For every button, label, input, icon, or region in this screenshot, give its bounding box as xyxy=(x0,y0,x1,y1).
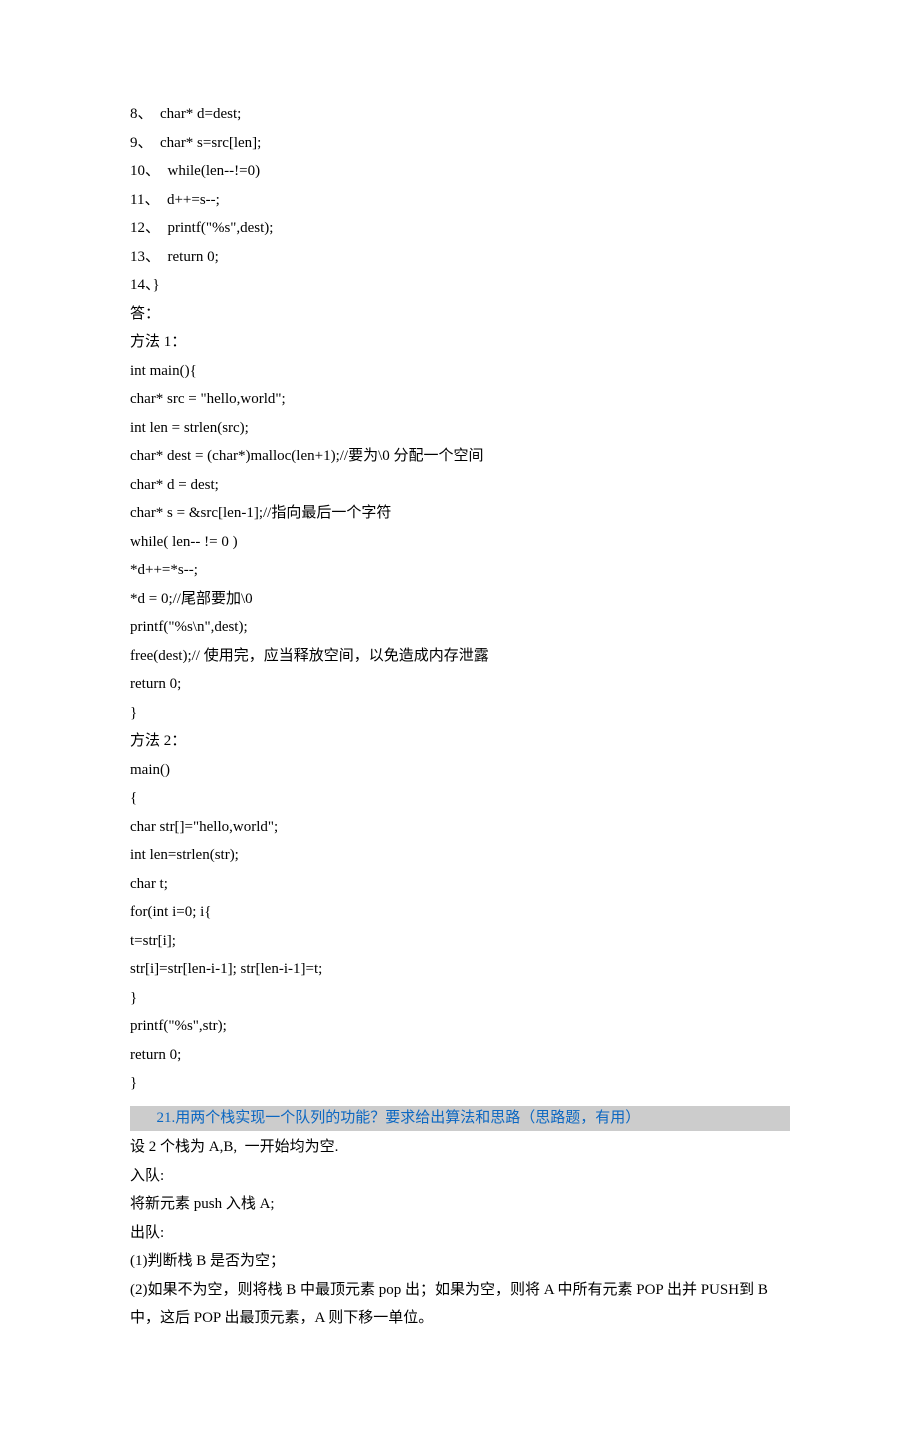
code-line: { xyxy=(130,784,790,813)
document-page: 8、 char* d=dest; 9、 char* s=src[len]; 10… xyxy=(0,0,920,1433)
code-line: main() xyxy=(130,756,790,785)
code-line: return 0; xyxy=(130,1041,790,1070)
code-line: printf("%s\n",dest); xyxy=(130,613,790,642)
code-line: str[i]=str[len-i-1]; str[len-i-1]=t; xyxy=(130,955,790,984)
code-line: 方法 2： xyxy=(130,727,790,756)
code-line: printf("%s",str); xyxy=(130,1012,790,1041)
code-line: char str[]="hello,world"; xyxy=(130,813,790,842)
body-line: (2)如果不为空，则将栈 B 中最顶元素 pop 出；如果为空，则将 A 中所有… xyxy=(130,1276,790,1333)
code-line: 11、 d++=s--; xyxy=(130,186,790,215)
code-line: char* d = dest; xyxy=(130,471,790,500)
code-line: char t; xyxy=(130,870,790,899)
body-line: (1)判断栈 B 是否为空； xyxy=(130,1247,790,1276)
code-line: } xyxy=(130,699,790,728)
code-line: int main(){ xyxy=(130,357,790,386)
code-line: 8、 char* d=dest; xyxy=(130,100,790,129)
code-line: *d = 0;//尾部要加\0 xyxy=(130,585,790,614)
code-line: t=str[i]; xyxy=(130,927,790,956)
code-line: char* s = &src[len-1];//指向最后一个字符 xyxy=(130,499,790,528)
code-line: for(int i=0; i{ xyxy=(130,898,790,927)
code-line: free(dest);// 使用完，应当释放空间，以免造成内存泄露 xyxy=(130,642,790,671)
code-line: 方法 1： xyxy=(130,328,790,357)
code-line: int len=strlen(str); xyxy=(130,841,790,870)
body-line: 入队: xyxy=(130,1162,790,1191)
code-line: 13、 return 0; xyxy=(130,243,790,272)
code-line: while( len-- != 0 ) xyxy=(130,528,790,557)
code-line: } xyxy=(130,1069,790,1098)
code-line: char* src = "hello,world"; xyxy=(130,385,790,414)
code-line: 10、 while(len--!=0) xyxy=(130,157,790,186)
code-line: 答： xyxy=(130,300,790,329)
code-line: int len = strlen(src); xyxy=(130,414,790,443)
code-line: 12、 printf("%s",dest); xyxy=(130,214,790,243)
section-heading: 21.用两个栈实现一个队列的功能？要求给出算法和思路（思路题，有用） xyxy=(130,1106,790,1132)
body-line: 出队: xyxy=(130,1219,790,1248)
body-line: 将新元素 push 入栈 A; xyxy=(130,1190,790,1219)
code-line: *d++=*s--; xyxy=(130,556,790,585)
code-line: 9、 char* s=src[len]; xyxy=(130,129,790,158)
code-line: return 0; xyxy=(130,670,790,699)
code-line: } xyxy=(130,984,790,1013)
code-line: char* dest = (char*)malloc(len+1);//要为\0… xyxy=(130,442,790,471)
body-line: 设 2 个栈为 A,B, 一开始均为空. xyxy=(130,1133,790,1162)
code-line: 14、} xyxy=(130,271,790,300)
